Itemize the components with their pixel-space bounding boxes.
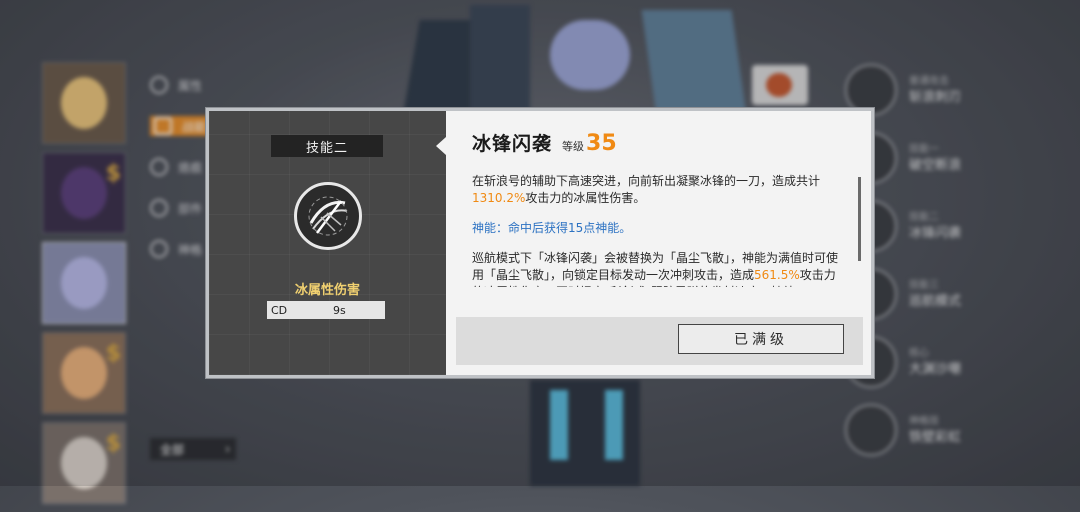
desc-text: 攻击力的冰属性伤害。 bbox=[525, 191, 646, 205]
ice-slash-icon bbox=[294, 182, 362, 250]
divine-energy-note: 神能：命中后获得15点神能。 bbox=[472, 221, 632, 235]
modal-footer: 已满级 bbox=[456, 317, 863, 365]
max-level-button[interactable]: 已满级 bbox=[678, 324, 844, 354]
desc-highlight: 1310.2% bbox=[472, 191, 526, 205]
skill-name: 冰锋闪袭 bbox=[472, 133, 553, 155]
desc-text: 在斩浪号的辅助下高速突进，向前斩出凝聚冰锋的一刀，造成共计 bbox=[472, 174, 821, 188]
element-type-label: 冰属性伤害 bbox=[294, 283, 360, 298]
skill-detail-panel: 冰锋闪袭 等级 35 在斩浪号的辅助下高速突进，向前斩出凝聚冰锋的一刀，造成共计… bbox=[446, 111, 871, 375]
skill-summary-panel: 技能二 冰属性伤害 CD 9s bbox=[209, 111, 446, 375]
description-scrollbar[interactable] bbox=[858, 177, 861, 261]
desc-highlight: 2 bbox=[795, 285, 803, 287]
level-value: 35 bbox=[586, 131, 617, 156]
skill-detail-modal: 技能二 冰属性伤害 CD 9s 冰锋闪袭 等级 35 在斩浪号的辅助下高速突进，… bbox=[206, 108, 874, 378]
panel-pointer bbox=[436, 137, 446, 155]
skill-slot-tag: 技能二 bbox=[271, 135, 383, 157]
description-paragraph: 巡航模式下「冰锋闪袭」会被替换为「晶尘飞散」，神能为满值时可使用「晶尘飞散」，向… bbox=[472, 250, 846, 287]
cooldown-value: 9s bbox=[333, 303, 346, 317]
skill-title-row: 冰锋闪袭 等级 35 bbox=[472, 129, 617, 156]
cooldown-label: CD bbox=[271, 303, 288, 317]
description-paragraph: 在斩浪号的辅助下高速突进，向前斩出凝聚冰锋的一刀，造成共计 1310.2%攻击力的… bbox=[472, 173, 846, 207]
level-label: 等级 bbox=[562, 140, 585, 153]
desc-highlight: 561.5% bbox=[754, 268, 800, 282]
cooldown-bar: CD 9s bbox=[267, 301, 385, 319]
skill-description[interactable]: 在斩浪号的辅助下高速突进，向前斩出凝聚冰锋的一刀，造成共计 1310.2%攻击力的… bbox=[472, 173, 846, 287]
